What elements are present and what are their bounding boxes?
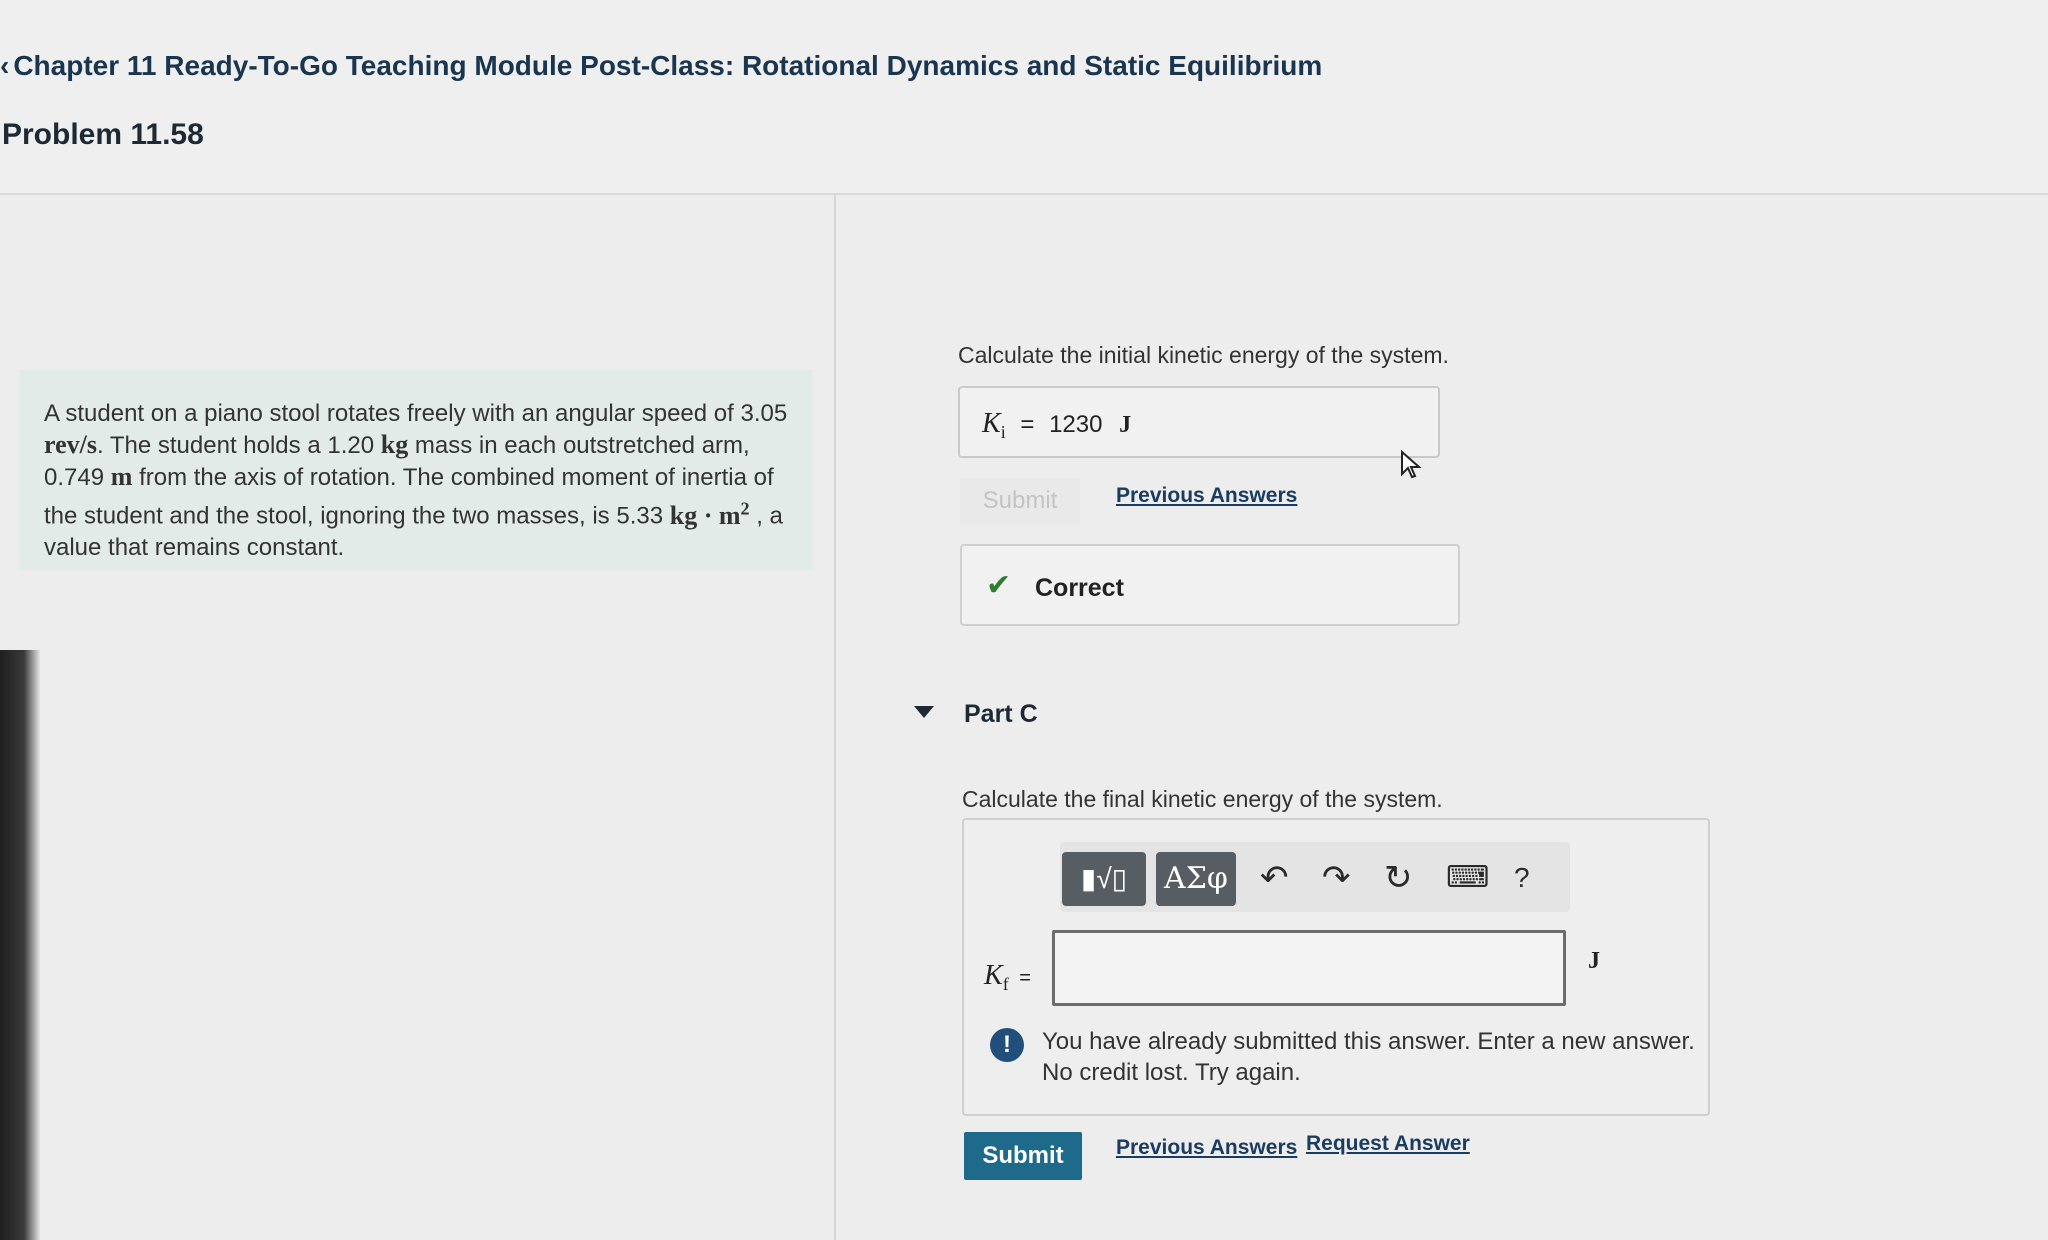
part-c-answer-panel: ▮√▯ ΑΣφ ↶ ↷ ↻ ⌨ ? Kf = J ! You have alre… (962, 818, 1710, 1116)
check-icon: ✔ (986, 569, 1012, 602)
part-b-prompt: Calculate the initial kinetic energy of … (958, 342, 1449, 368)
part-b-previous-answers-link[interactable]: Previous Answers (1116, 484, 1297, 508)
warning-line-1: You have already submitted this answer. … (1042, 1028, 1695, 1055)
undo-icon[interactable]: ↶ (1260, 856, 1289, 900)
feedback-label: Correct (1035, 574, 1124, 602)
templates-button[interactable]: ▮√▯ (1062, 852, 1146, 906)
problem-text: from the axis of rotation. The combined … (44, 464, 774, 530)
math-toolbar: ▮√▯ ΑΣφ ↶ ↷ ↻ ⌨ ? (1060, 842, 1570, 912)
part-b-answer-display: Ki = 1230 J (958, 386, 1440, 458)
angular-speed-unit: rev/s (44, 430, 97, 459)
collapse-triangle-icon[interactable] (914, 706, 934, 718)
ki-unit: J (1119, 412, 1132, 438)
reset-icon[interactable]: ↻ (1384, 856, 1413, 900)
angular-speed-value: 3.05 (740, 400, 788, 427)
redo-icon[interactable]: ↷ (1322, 856, 1351, 900)
problem-title: Problem 11.58 (2, 118, 204, 151)
column-divider (834, 195, 836, 1240)
distance-unit: m (110, 462, 133, 491)
warning-message: You have already submitted this answer. … (1042, 1026, 1702, 1088)
mouse-cursor-icon (1401, 450, 1422, 479)
kf-unit: J (1588, 948, 1600, 974)
ki-symbol: K (982, 408, 1001, 439)
header-divider (0, 193, 2048, 195)
greek-symbols-button[interactable]: ΑΣφ (1156, 852, 1236, 906)
part-c-prompt: Calculate the final kinetic energy of th… (962, 786, 1443, 812)
screen-bezel (0, 650, 40, 1240)
kf-label: Kf = (984, 960, 1031, 995)
ki-value: 1230 (1049, 411, 1103, 438)
distance-value: 0.749 (44, 464, 105, 491)
mass-value: 1.20 (327, 432, 375, 459)
part-c-submit-button[interactable]: Submit (964, 1132, 1082, 1180)
request-answer-link[interactable]: Request Answer (1306, 1132, 1470, 1156)
part-b-feedback: ✔ Correct (960, 544, 1460, 626)
inertia-value: 5.33 (616, 502, 664, 530)
part-c-previous-answers-link[interactable]: Previous Answers (1116, 1136, 1297, 1160)
problem-text: A student on a piano stool rotates freel… (44, 400, 734, 427)
problem-text: . The student holds a (96, 432, 321, 459)
inertia-unit: kg · m2 (669, 498, 750, 530)
back-link[interactable]: ‹ Chapter 11 Ready-To-Go Teaching Module … (0, 50, 1322, 82)
mass-unit: kg (380, 430, 409, 459)
kf-answer-input[interactable] (1052, 930, 1566, 1006)
page-header (0, 0, 2048, 195)
problem-statement: A student on a piano stool rotates freel… (20, 370, 812, 570)
part-b-submit-button[interactable]: Submit (960, 478, 1080, 524)
back-link-label: Chapter 11 Ready-To-Go Teaching Module P… (13, 50, 1323, 81)
chevron-left-icon: ‹ (0, 50, 10, 81)
exclamation-icon: ! (990, 1028, 1024, 1062)
help-button[interactable]: ? (1514, 856, 1530, 900)
part-c-title[interactable]: Part C (964, 700, 1038, 729)
problem-text: mass in each outstretched arm, (414, 432, 750, 459)
keyboard-icon[interactable]: ⌨ (1446, 856, 1489, 900)
warning-line-2: No credit lost. Try again. (1042, 1059, 1301, 1086)
